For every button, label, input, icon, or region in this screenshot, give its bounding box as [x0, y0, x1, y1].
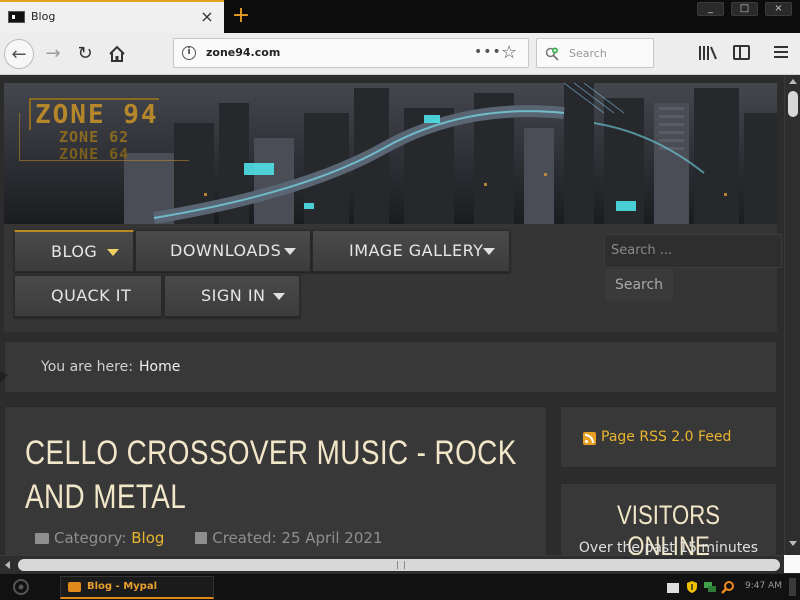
horizontal-scroll-thumb[interactable] — [18, 559, 780, 571]
article-card: CELLO CROSSOVER MUSIC - ROCK AND METAL C… — [4, 406, 547, 555]
main-menu: BLOG DOWNLOADS IMAGE GALLERY QUACK IT SI… — [4, 224, 782, 332]
maximize-button[interactable]: □ — [731, 2, 758, 16]
search-icon — [545, 47, 559, 61]
library-icon[interactable] — [698, 44, 718, 62]
show-desktop-button[interactable] — [789, 578, 796, 596]
shield-tray-icon[interactable] — [685, 580, 699, 594]
scroll-left-arrow-icon[interactable] — [5, 561, 10, 569]
site-logo[interactable]: ZONE 94 — [29, 98, 159, 130]
article-title[interactable]: CELLO CROSSOVER MUSIC - ROCK AND METAL — [25, 431, 525, 519]
menu-item-quack-it[interactable]: QUACK IT — [14, 275, 162, 317]
breadcrumb-prefix: You are here: — [41, 359, 133, 375]
forward-button[interactable]: → — [38, 39, 68, 69]
rss-icon — [583, 432, 596, 445]
rss-feed-link[interactable]: Page RSS 2.0 Feed — [601, 429, 731, 445]
new-tab-button[interactable]: + — [229, 3, 253, 29]
scroll-up-arrow-icon[interactable] — [789, 79, 797, 84]
menu-item-blog[interactable]: BLOG — [14, 230, 134, 272]
site-banner: ZONE 94 ZONE 62 ZONE 64 — [4, 83, 777, 224]
keyboard-tray-icon[interactable] — [667, 583, 679, 593]
url-bar[interactable]: i zone94.com ••• ☆ — [173, 38, 529, 68]
tab-blog[interactable]: Blog × — [0, 0, 224, 33]
reload-button[interactable]: ↻ — [70, 39, 100, 69]
taskbar: Blog - Mypal 9:47 AM — [0, 573, 800, 600]
visitors-online-subtitle: Over the past 15 minutes — [578, 540, 759, 555]
start-menu-icon[interactable] — [6, 577, 36, 597]
menu-item-label: SIGN IN — [201, 286, 266, 305]
caret-down-icon — [284, 248, 296, 255]
scroll-grip-icon — [397, 561, 405, 569]
menu-item-label: BLOG — [51, 242, 98, 261]
home-icon — [109, 45, 125, 62]
folder-icon — [35, 533, 49, 544]
menu-item-label: QUACK IT — [51, 286, 132, 305]
site-search-input[interactable]: Search ... — [604, 234, 782, 268]
menu-item-label: IMAGE GALLERY — [349, 241, 484, 260]
tab-close-icon[interactable]: × — [199, 7, 215, 27]
back-button[interactable]: ← — [4, 39, 34, 69]
search-placeholder: Search — [569, 47, 607, 60]
article-meta: Category: Blog Created: 25 April 2021 — [35, 529, 383, 547]
menu-item-image-gallery[interactable]: IMAGE GALLERY — [312, 230, 510, 272]
caret-down-icon — [483, 248, 495, 255]
rss-module: Page RSS 2.0 Feed — [560, 406, 777, 468]
mypal-app-icon — [68, 582, 81, 592]
site-info-icon[interactable]: i — [182, 46, 196, 60]
hamburger-menu-icon[interactable] — [774, 44, 788, 60]
page-viewport: ZONE 94 ZONE 62 ZONE 64 BLOG DOWNLOADS I… — [0, 75, 784, 555]
browser-search-input[interactable]: Search — [536, 38, 654, 68]
close-window-button[interactable]: × — [765, 2, 792, 16]
home-button[interactable] — [102, 39, 132, 69]
meta-category-label: Category: — [54, 529, 127, 547]
caret-down-icon — [107, 249, 119, 256]
vertical-scrollbar[interactable] — [784, 75, 800, 555]
logo-subtitle-2: ZONE 64 — [59, 145, 130, 163]
meta-category-link[interactable]: Blog — [131, 529, 164, 547]
breadcrumb: You are here: Home — [4, 341, 777, 393]
sidebar-toggle-icon[interactable] — [733, 45, 750, 60]
tab-title: Blog — [31, 10, 56, 23]
caret-down-icon — [273, 293, 285, 300]
logo-subtitle-1: ZONE 62 — [59, 128, 130, 146]
mouse-pointer-icon — [0, 371, 8, 383]
menu-item-downloads[interactable]: DOWNLOADS — [135, 230, 311, 272]
bookmark-star-icon[interactable]: ☆ — [501, 42, 517, 63]
taskbar-clock[interactable]: 9:47 AM — [745, 581, 782, 591]
navigation-toolbar: ← → ↻ i zone94.com ••• ☆ Search — [0, 33, 800, 75]
site-favicon-icon — [8, 11, 25, 23]
search-tray-icon[interactable] — [721, 580, 735, 594]
scroll-down-arrow-icon[interactable] — [789, 541, 797, 546]
url-text: zone94.com — [206, 46, 281, 59]
breadcrumb-home-link[interactable]: Home — [139, 359, 180, 375]
tab-strip: Blog × + _ □ × — [0, 0, 800, 33]
menu-item-label: DOWNLOADS — [170, 241, 282, 260]
vertical-scroll-thumb[interactable] — [788, 91, 798, 117]
calendar-icon — [195, 532, 208, 544]
network-tray-icon[interactable] — [703, 580, 717, 594]
taskbar-item-label: Blog - Mypal — [87, 581, 157, 592]
scrollbar-corner — [784, 555, 800, 573]
meta-created: Created: 25 April 2021 — [212, 529, 383, 547]
minimize-button[interactable]: _ — [697, 2, 724, 16]
menu-item-sign-in[interactable]: SIGN IN — [164, 275, 300, 317]
taskbar-item-mypal[interactable]: Blog - Mypal — [60, 576, 214, 599]
visitors-online-module: VISITORS ONLINE Over the past 15 minutes — [560, 483, 777, 555]
page-actions-icon[interactable]: ••• — [474, 44, 502, 60]
horizontal-scrollbar[interactable] — [0, 555, 784, 573]
site-search-button[interactable]: Search — [604, 268, 674, 302]
